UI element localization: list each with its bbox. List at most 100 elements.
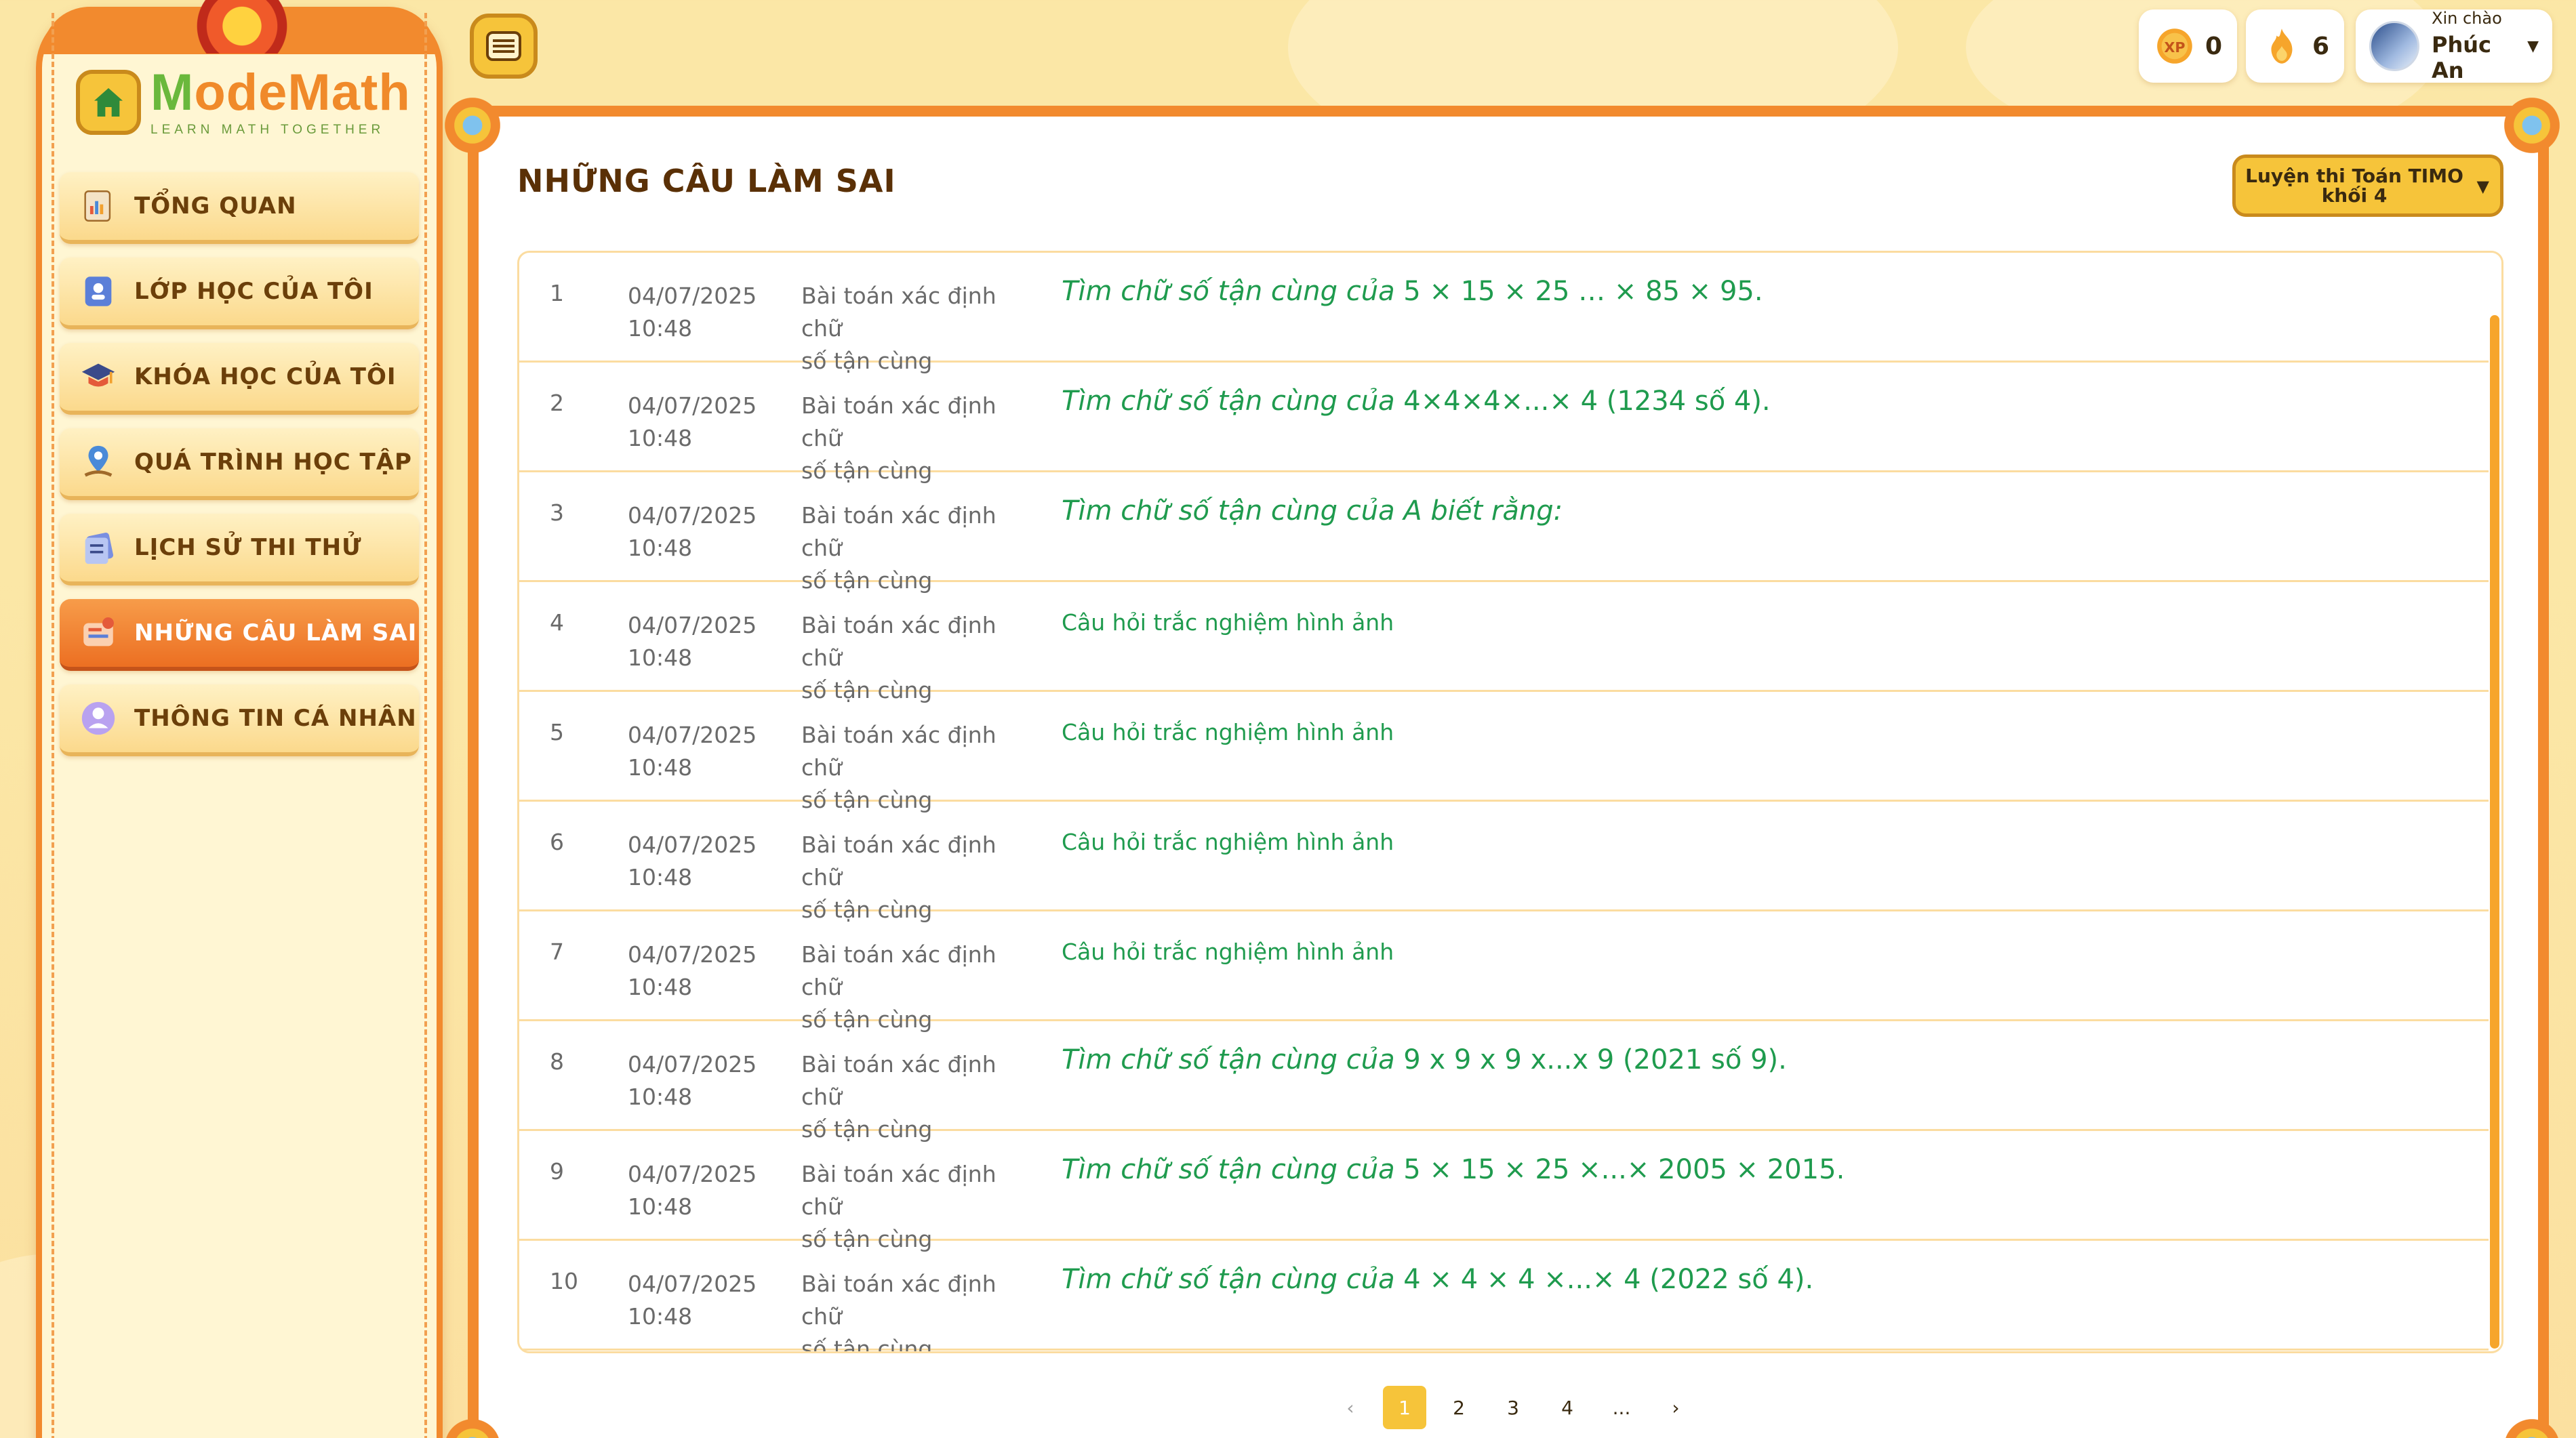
svg-text:XP: XP xyxy=(2164,39,2185,56)
row-date: 04/07/2025 xyxy=(628,502,757,529)
table-row[interactable]: 3 04/07/2025 10:48 Bài toán xác định chữ số … xyxy=(519,472,2489,594)
table-row[interactable]: 5 04/07/2025 10:48 Bài toán xác định chữ số … xyxy=(519,692,2489,813)
row-datetime: 04/07/2025 10:48 xyxy=(628,280,757,345)
row-question-expression: 5 × 15 × 25 … × 85 × 95. xyxy=(1403,276,1763,307)
overview-icon xyxy=(79,186,118,226)
row-question[interactable]: Tìm chữ số tận cùng của 5 × 15 × 25 ×...… xyxy=(1062,1154,1845,1185)
row-question[interactable]: Tìm chữ số tận cùng của 5 × 15 × 25 … × … xyxy=(1062,276,1763,307)
row-question-lead: Tìm chữ số tận cùng của xyxy=(1062,1044,1404,1075)
sidebar-item-learning-progress[interactable]: QUÁ TRÌNH HỌC TẬP xyxy=(60,428,419,500)
row-time: 10:48 xyxy=(628,425,693,451)
streak-value: 6 xyxy=(2312,32,2329,60)
user-menu[interactable]: Xin chào Phúc An ▼ xyxy=(2356,9,2552,83)
row-question[interactable]: Câu hỏi trắc nghiệm hình ảnh xyxy=(1062,829,1394,855)
sidebar-toggle-button[interactable] xyxy=(470,14,538,79)
row-question-expression: 9 x 9 x 9 x...x 9 (2021 số 9). xyxy=(1403,1044,1787,1075)
fire-icon xyxy=(2271,28,2293,64)
course-select[interactable]: Luyện thi Toán TIMO khối 4 ▼ xyxy=(2232,155,2503,217)
row-time: 10:48 xyxy=(628,644,693,671)
row-question[interactable]: Câu hỏi trắc nghiệm hình ảnh xyxy=(1062,719,1394,745)
graduation-cap-icon xyxy=(79,357,118,396)
row-date: 04/07/2025 xyxy=(628,1051,757,1077)
table-row[interactable]: 1 04/07/2025 10:48 Bài toán xác định chữ số … xyxy=(519,253,2489,374)
row-date: 04/07/2025 xyxy=(628,831,757,858)
logo-wordmark: ModeMath xyxy=(150,67,411,119)
pagination-page-3[interactable]: 3 xyxy=(1491,1386,1535,1429)
corner-ornament-icon xyxy=(2495,88,2569,163)
sidebar-item-label: LỚP HỌC CỦA TÔI xyxy=(134,278,374,305)
sidebar-item-my-class[interactable]: LỚP HỌC CỦA TÔI xyxy=(60,258,419,329)
table-row[interactable]: 9 04/07/2025 10:48 Bài toán xác định chữ số … xyxy=(519,1131,2489,1252)
row-topic-line1: Bài toán xác định chữ xyxy=(801,283,997,342)
logo[interactable]: ModeMath LEARN MATH TOGETHER xyxy=(150,67,411,138)
row-datetime: 04/07/2025 10:48 xyxy=(628,939,757,1004)
row-question[interactable]: Câu hỏi trắc nghiệm hình ảnh xyxy=(1062,609,1394,636)
table-row[interactable]: 2 04/07/2025 10:48 Bài toán xác định chữ số … xyxy=(519,363,2489,484)
row-time: 10:48 xyxy=(628,1084,693,1110)
row-number: 1 xyxy=(550,280,564,306)
sidebar-item-label: LỊCH SỬ THI THỬ xyxy=(134,534,362,561)
sidebar-item-label: NHỮNG CÂU LÀM SAI xyxy=(134,619,418,646)
row-datetime: 04/07/2025 10:48 xyxy=(628,499,757,564)
row-question[interactable]: Câu hỏi trắc nghiệm hình ảnh xyxy=(1062,939,1394,965)
row-topic-line1: Bài toán xác định chữ xyxy=(801,392,997,451)
row-datetime: 04/07/2025 10:48 xyxy=(628,1048,757,1113)
table-row[interactable]: 7 04/07/2025 10:48 Bài toán xác định chữ số … xyxy=(519,911,2489,1033)
sidebar-item-wrong-answers[interactable]: NHỮNG CÂU LÀM SAI xyxy=(60,599,419,671)
row-time: 10:48 xyxy=(628,315,693,342)
row-question-lead: Tìm chữ số tận cùng của xyxy=(1062,276,1404,307)
row-number: 5 xyxy=(550,719,564,745)
row-question-lead: Tìm chữ số tận cùng của xyxy=(1062,1154,1404,1185)
row-topic-line1: Bài toán xác định chữ xyxy=(801,941,997,1000)
pagination-ellipsis[interactable]: ... xyxy=(1600,1386,1643,1429)
pagination-next-button[interactable]: › xyxy=(1654,1386,1697,1429)
user-name: Phúc An xyxy=(2432,32,2491,83)
row-question[interactable]: Tìm chữ số tận cùng của A biết rằng: xyxy=(1062,495,1563,527)
sidebar-item-profile[interactable]: THÔNG TIN CÁ NHÂN xyxy=(60,684,419,756)
class-icon xyxy=(79,272,118,311)
row-question[interactable]: Tìm chữ số tận cùng của 9 x 9 x 9 x...x … xyxy=(1062,1044,1787,1075)
menu-list-icon xyxy=(486,31,521,61)
row-topic-line1: Bài toán xác định chữ xyxy=(801,722,997,781)
row-question-expression: 5 × 15 × 25 ×...× 2005 × 2015. xyxy=(1403,1154,1845,1185)
row-question-lead: Câu hỏi trắc nghiệm hình ảnh xyxy=(1062,719,1394,745)
table-row[interactable]: 4 04/07/2025 10:48 Bài toán xác định chữ số … xyxy=(519,582,2489,703)
row-datetime: 04/07/2025 10:48 xyxy=(628,609,757,674)
home-button[interactable] xyxy=(76,70,141,135)
row-number: 6 xyxy=(550,829,564,855)
sidebar-item-exam-history[interactable]: LỊCH SỬ THI THỬ xyxy=(60,514,419,586)
row-number: 9 xyxy=(550,1158,564,1185)
row-date: 04/07/2025 xyxy=(628,1161,757,1187)
row-question[interactable]: Tìm chữ số tận cùng của 4 × 4 × 4 ×...× … xyxy=(1062,1264,1813,1295)
row-question-expression: 4 × 4 × 4 ×...× 4 (2022 số 4). xyxy=(1403,1264,1814,1295)
row-number: 10 xyxy=(550,1268,578,1294)
row-number: 8 xyxy=(550,1048,564,1075)
table-row[interactable]: 10 04/07/2025 10:48 Bài toán xác định chữ số… xyxy=(519,1241,2489,1351)
streak-counter[interactable]: 6 xyxy=(2246,9,2344,83)
table-row[interactable]: 8 04/07/2025 10:48 Bài toán xác định chữ số … xyxy=(519,1021,2489,1143)
table-scrollbar[interactable] xyxy=(2490,315,2499,1349)
pagination-page-1[interactable]: 1 xyxy=(1383,1386,1426,1429)
row-time: 10:48 xyxy=(628,1193,693,1220)
row-question[interactable]: Tìm chữ số tận cùng của 4×4×4×...× 4 (12… xyxy=(1062,386,1771,417)
pagination-prev-button[interactable]: ‹ xyxy=(1329,1386,1372,1429)
row-question-lead: Tìm chữ số tận cùng của xyxy=(1062,1264,1404,1295)
sidebar-item-overview[interactable]: TỔNG QUAN xyxy=(60,172,419,244)
logo-wordmark-rest: odeMath xyxy=(194,64,411,121)
sidebar-item-my-course[interactable]: KHÓA HỌC CỦA TÔI xyxy=(60,343,419,415)
pagination-page-4[interactable]: 4 xyxy=(1546,1386,1589,1429)
table-row[interactable]: 6 04/07/2025 10:48 Bài toán xác định chữ số … xyxy=(519,802,2489,923)
row-question-lead: Tìm chữ số tận cùng của A biết rằng: xyxy=(1062,495,1563,527)
row-number: 4 xyxy=(550,609,564,636)
xp-value: 0 xyxy=(2205,32,2222,60)
pagination-page-2[interactable]: 2 xyxy=(1437,1386,1481,1429)
xp-coin-icon: XP xyxy=(2157,28,2192,64)
row-question-lead: Tìm chữ số tận cùng của xyxy=(1062,386,1404,417)
row-datetime: 04/07/2025 10:48 xyxy=(628,1268,757,1333)
row-date: 04/07/2025 xyxy=(628,392,757,419)
row-topic: Bài toán xác định chữ số tận cùng xyxy=(801,1268,1025,1351)
row-question-expression: 4×4×4×...× 4 (1234 số 4). xyxy=(1403,386,1771,417)
logo-letter-m: M xyxy=(150,64,195,121)
row-question-lead: Câu hỏi trắc nghiệm hình ảnh xyxy=(1062,939,1394,965)
xp-counter[interactable]: XP 0 xyxy=(2139,9,2237,83)
